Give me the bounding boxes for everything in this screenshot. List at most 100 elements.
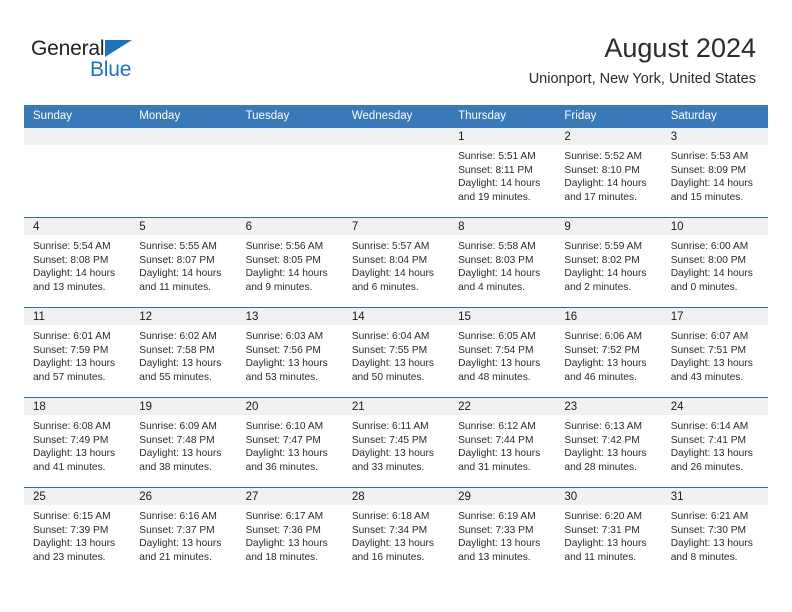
sunset-text: Sunset: 7:55 PM	[351, 344, 428, 356]
calendar-day-cell[interactable]: 5 Sunrise: 5:55 AM Sunset: 8:07 PM Daylight…	[130, 217, 237, 308]
calendar-day-cell[interactable]: 20 Sunrise: 6:10 AM Sunset: 7:47 PM Dayligh…	[236, 397, 343, 488]
calendar-day-cell[interactable]: 19 Sunrise: 6:09 AM Sunset: 7:48 PM Dayligh…	[130, 397, 237, 488]
day-cell-inner: 21 Sunrise: 6:11 AM Sunset: 7:45 PM Dayligh…	[342, 398, 450, 487]
calendar-day-cell[interactable]: 6 Sunrise: 5:56 AM Sunset: 8:05 PM Daylight…	[236, 217, 343, 308]
day-details: Sunrise: 6:00 AM Sunset: 8:00 PM Daylight:…	[662, 235, 768, 294]
daylight-text-line2: and 15 minutes.	[670, 191, 744, 203]
calendar-day-cell[interactable]: 3 Sunrise: 5:53 AM Sunset: 8:09 PM Daylight…	[661, 128, 768, 218]
daylight-text-line2: and 53 minutes.	[245, 371, 319, 383]
day-cell-inner: 7 Sunrise: 5:57 AM Sunset: 8:04 PM Daylight…	[342, 218, 450, 307]
day-details: Sunrise: 6:08 AM Sunset: 7:49 PM Daylight:…	[24, 415, 130, 474]
day-details: Sunrise: 5:52 AM Sunset: 8:10 PM Daylight:…	[555, 145, 661, 204]
calendar-day-cell[interactable]: 9 Sunrise: 5:59 AM Sunset: 8:02 PM Daylight…	[555, 217, 662, 308]
calendar-day-cell[interactable]: 13 Sunrise: 6:03 AM Sunset: 7:56 PM Dayligh…	[236, 307, 343, 398]
calendar-day-cell[interactable]: 28 Sunrise: 6:18 AM Sunset: 7:34 PM Dayligh…	[342, 487, 450, 577]
calendar-day-cell[interactable]: 16 Sunrise: 6:06 AM Sunset: 7:52 PM Dayligh…	[555, 307, 662, 398]
weekday-header-monday: Monday	[130, 105, 237, 128]
day-details: Sunrise: 5:57 AM Sunset: 8:04 PM Daylight:…	[343, 235, 449, 294]
sunset-text: Sunset: 8:10 PM	[564, 164, 640, 176]
sunset-text: Sunset: 7:41 PM	[670, 434, 747, 446]
day-number: 25	[24, 488, 131, 505]
calendar-day-cell[interactable]: 25 Sunrise: 6:15 AM Sunset: 7:39 PM Dayligh…	[24, 487, 131, 577]
daylight-text-line1: Daylight: 13 hours	[351, 538, 434, 550]
daylight-text-line2: and 11 minutes.	[139, 281, 212, 293]
day-number: 3	[661, 128, 768, 145]
daylight-text-line1: Daylight: 13 hours	[33, 358, 116, 370]
daylight-text-line1: Daylight: 13 hours	[245, 538, 328, 550]
calendar-day-cell[interactable]: 7 Sunrise: 5:57 AM Sunset: 8:04 PM Daylight…	[342, 217, 450, 308]
day-cell-inner	[342, 128, 450, 217]
daylight-text-line2: and 41 minutes.	[33, 461, 106, 473]
daylight-text-line1: Daylight: 13 hours	[351, 448, 434, 460]
sunrise-text: Sunrise: 6:00 AM	[670, 241, 749, 252]
calendar-day-cell[interactable]: 24 Sunrise: 6:14 AM Sunset: 7:41 PM Dayligh…	[661, 397, 768, 488]
daylight-text-line2: and 28 minutes.	[564, 461, 637, 473]
day-number: 16	[555, 308, 662, 325]
day-number: 23	[555, 398, 662, 415]
daylight-text-line2: and 13 minutes.	[458, 551, 531, 563]
calendar-day-cell[interactable]: 23 Sunrise: 6:13 AM Sunset: 7:42 PM Dayligh…	[555, 397, 662, 488]
calendar-day-cell[interactable]: 8 Sunrise: 5:58 AM Sunset: 8:03 PM Daylight…	[449, 217, 556, 308]
day-details	[343, 145, 449, 150]
weekday-header-tuesday: Tuesday	[236, 105, 343, 128]
day-details: Sunrise: 6:21 AM Sunset: 7:30 PM Daylight:…	[662, 505, 768, 564]
day-cell-inner: 5 Sunrise: 5:55 AM Sunset: 8:07 PM Daylight…	[130, 218, 237, 307]
calendar-day-cell[interactable]: 17 Sunrise: 6:07 AM Sunset: 7:51 PM Dayligh…	[661, 307, 768, 398]
day-details: Sunrise: 6:19 AM Sunset: 7:33 PM Daylight:…	[449, 505, 555, 564]
day-number: 4	[24, 218, 131, 235]
daylight-text-line1: Daylight: 13 hours	[245, 448, 328, 460]
sunset-text: Sunset: 8:02 PM	[564, 254, 640, 266]
day-details: Sunrise: 5:55 AM Sunset: 8:07 PM Daylight:…	[130, 235, 236, 294]
day-details: Sunrise: 6:14 AM Sunset: 7:41 PM Daylight:…	[662, 415, 768, 474]
sunrise-text: Sunrise: 6:19 AM	[458, 511, 536, 522]
daylight-text-line2: and 48 minutes.	[458, 371, 531, 383]
sunrise-text: Sunrise: 6:10 AM	[245, 421, 324, 432]
daylight-text-line1: Daylight: 14 hours	[564, 268, 647, 280]
day-cell-inner: 2 Sunrise: 5:52 AM Sunset: 8:10 PM Daylight…	[555, 128, 662, 217]
calendar-day-cell[interactable]: 18 Sunrise: 6:08 AM Sunset: 7:49 PM Dayligh…	[24, 397, 131, 488]
calendar-day-cell[interactable]: 27 Sunrise: 6:17 AM Sunset: 7:36 PM Dayligh…	[236, 487, 343, 577]
calendar-day-cell[interactable]: 31 Sunrise: 6:21 AM Sunset: 7:30 PM Dayligh…	[661, 487, 768, 577]
sunset-text: Sunset: 8:04 PM	[351, 254, 428, 266]
calendar-day-cell[interactable]: 10 Sunrise: 6:00 AM Sunset: 8:00 PM Dayligh…	[661, 217, 768, 308]
daylight-text-line1: Daylight: 13 hours	[670, 538, 753, 550]
daylight-text-line1: Daylight: 13 hours	[458, 538, 541, 550]
calendar-day-cell[interactable]: 21 Sunrise: 6:11 AM Sunset: 7:45 PM Dayligh…	[342, 397, 450, 488]
day-details	[24, 145, 130, 150]
calendar-day-cell[interactable]: 29 Sunrise: 6:19 AM Sunset: 7:33 PM Dayligh…	[449, 487, 556, 577]
calendar-day-cell[interactable]: 14 Sunrise: 6:04 AM Sunset: 7:55 PM Dayligh…	[342, 307, 450, 398]
calendar-day-cell[interactable]: 26 Sunrise: 6:16 AM Sunset: 7:37 PM Dayligh…	[130, 487, 237, 577]
day-number: 20	[236, 398, 343, 415]
daylight-text-line2: and 16 minutes.	[351, 551, 425, 563]
day-cell-inner: 11 Sunrise: 6:01 AM Sunset: 7:59 PM Dayligh…	[24, 308, 131, 397]
calendar-page: General Blue August 2024 Unionport, New …	[0, 0, 792, 612]
day-cell-inner: 8 Sunrise: 5:58 AM Sunset: 8:03 PM Daylight…	[449, 218, 556, 307]
day-cell-inner	[236, 128, 343, 217]
sunset-text: Sunset: 8:05 PM	[245, 254, 321, 266]
calendar-day-cell[interactable]: 1 Sunrise: 5:51 AM Sunset: 8:11 PM Daylight…	[449, 128, 556, 218]
day-details: Sunrise: 6:09 AM Sunset: 7:48 PM Daylight:…	[130, 415, 236, 474]
day-cell-inner: 20 Sunrise: 6:10 AM Sunset: 7:47 PM Dayligh…	[236, 398, 343, 487]
daylight-text-line1: Daylight: 14 hours	[458, 178, 541, 190]
day-cell-inner	[24, 128, 131, 217]
day-details: Sunrise: 6:10 AM Sunset: 7:47 PM Daylight:…	[237, 415, 343, 474]
sunset-text: Sunset: 8:03 PM	[458, 254, 534, 266]
calendar-day-cell[interactable]: 15 Sunrise: 6:05 AM Sunset: 7:54 PM Dayligh…	[449, 307, 556, 398]
day-cell-inner: 3 Sunrise: 5:53 AM Sunset: 8:09 PM Daylight…	[661, 128, 768, 217]
day-number: 27	[236, 488, 343, 505]
day-number: 6	[236, 218, 343, 235]
sunrise-text: Sunrise: 5:52 AM	[564, 151, 642, 162]
calendar-day-cell[interactable]: 11 Sunrise: 6:01 AM Sunset: 7:59 PM Dayligh…	[24, 307, 131, 398]
calendar-day-cell[interactable]: 2 Sunrise: 5:52 AM Sunset: 8:10 PM Daylight…	[555, 128, 662, 218]
daylight-text-line2: and 9 minutes.	[245, 281, 313, 293]
calendar-day-cell[interactable]: 30 Sunrise: 6:20 AM Sunset: 7:31 PM Dayligh…	[555, 487, 662, 577]
day-number: 15	[449, 308, 556, 325]
daylight-text-line1: Daylight: 13 hours	[351, 358, 434, 370]
sunset-text: Sunset: 7:59 PM	[33, 344, 109, 356]
calendar-day-cell[interactable]: 12 Sunrise: 6:02 AM Sunset: 7:58 PM Dayligh…	[130, 307, 237, 398]
calendar-day-cell[interactable]: 22 Sunrise: 6:12 AM Sunset: 7:44 PM Dayligh…	[449, 397, 556, 488]
calendar-day-cell[interactable]: 4 Sunrise: 5:54 AM Sunset: 8:08 PM Daylight…	[24, 217, 131, 308]
day-details: Sunrise: 6:13 AM Sunset: 7:42 PM Daylight:…	[555, 415, 661, 474]
sunset-text: Sunset: 7:56 PM	[245, 344, 321, 356]
day-number: 21	[342, 398, 450, 415]
